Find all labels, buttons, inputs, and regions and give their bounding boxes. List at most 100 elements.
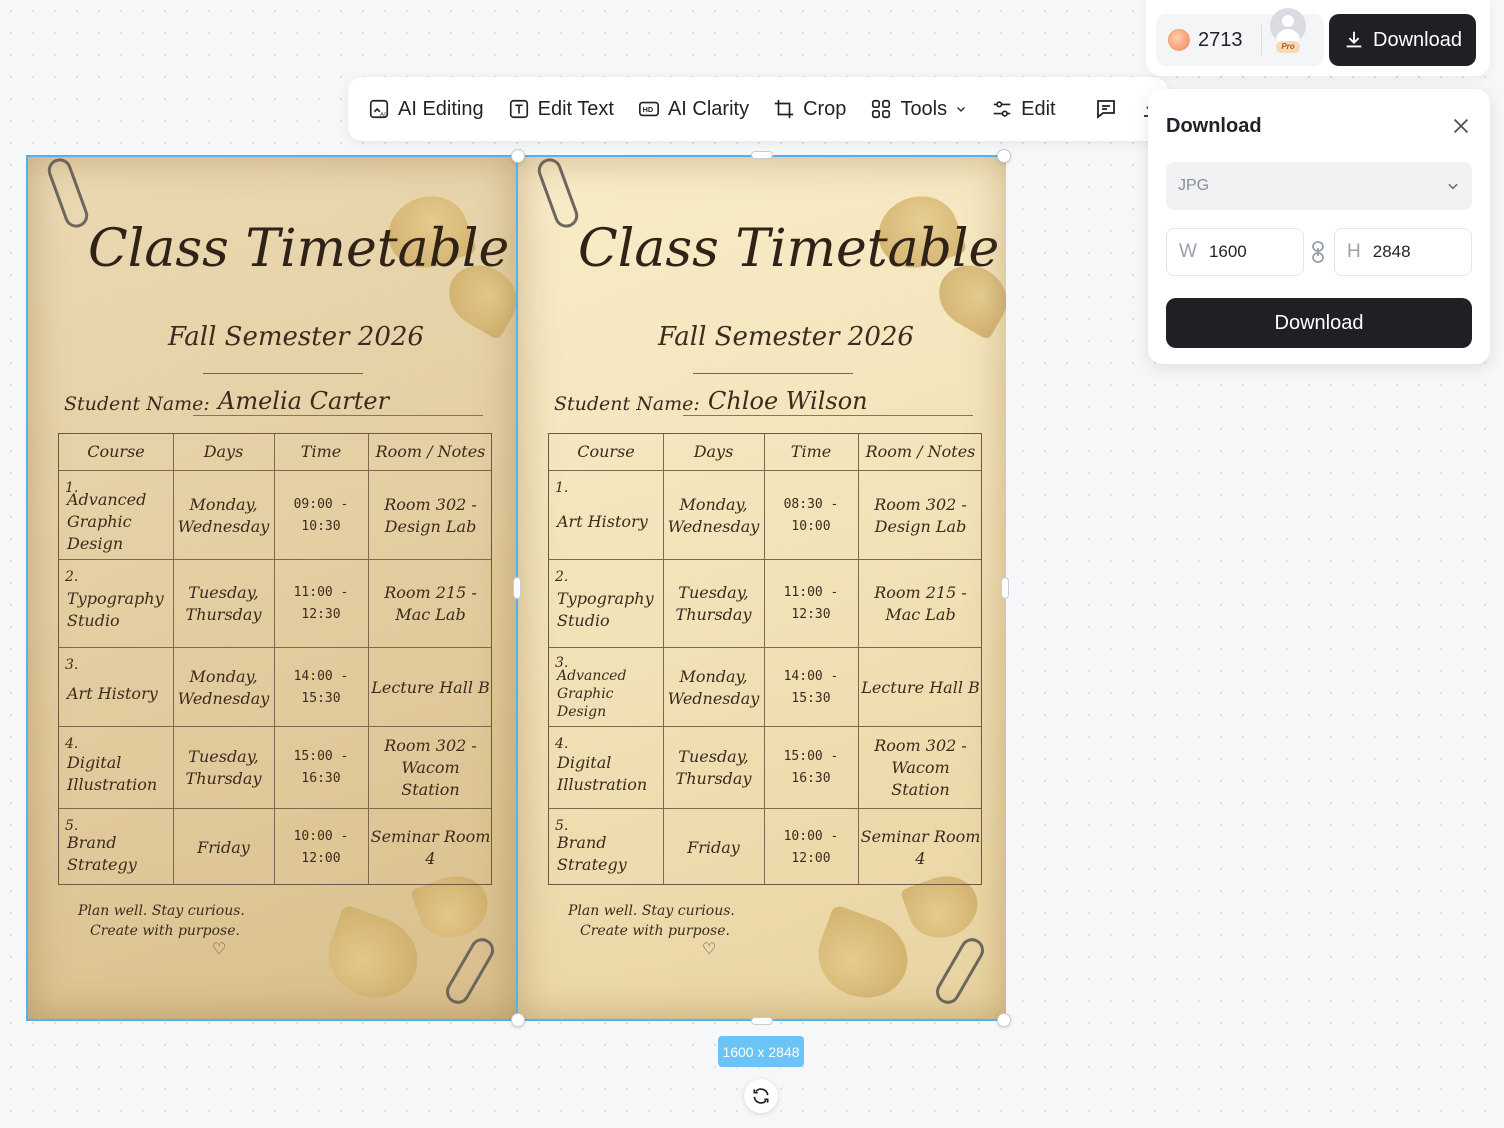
course-cell: Advanced Graphic Design: [557, 667, 627, 720]
row-number: 5.: [555, 818, 569, 834]
course-cell: Brand Strategy: [67, 833, 137, 874]
days-cell: Friday: [197, 838, 250, 857]
timetable-grid: Course Days Time Room / Notes 1. Art Hist…: [548, 433, 982, 885]
close-icon[interactable]: [1450, 115, 1472, 137]
resize-handle-bottom-left[interactable]: [511, 1013, 525, 1027]
header-course: Course: [87, 442, 145, 461]
edit-text-button[interactable]: Edit Text: [508, 98, 614, 121]
table-row: 5. Brand Strategy Friday 10:00 - 12:00 Se…: [549, 808, 981, 886]
room-cell: Lecture Hall B: [371, 677, 490, 697]
student-name: Amelia Carter: [218, 387, 390, 415]
height-input[interactable]: [1372, 242, 1453, 262]
resize-handle-left[interactable]: [513, 577, 521, 599]
row-number: 1.: [555, 480, 569, 496]
edit-text-icon: [509, 99, 528, 119]
course-cell: Digital Illustration: [557, 753, 648, 794]
top-download-button[interactable]: Download: [1329, 14, 1476, 66]
resize-handle-bottom[interactable]: [751, 1017, 773, 1025]
table-row: 3. Advanced Graphic Design Monday, Wednes…: [549, 647, 981, 726]
resize-handle-right[interactable]: [1001, 577, 1009, 599]
avatar[interactable]: [1270, 8, 1306, 44]
row-number: 4.: [555, 736, 569, 752]
header-days: Days: [693, 442, 734, 461]
days-cell: Monday, Wednesday: [177, 494, 270, 536]
format-value: JPG: [1178, 177, 1210, 194]
timetable-image-2[interactable]: Class Timetable Fall Semester 2026 Stude…: [518, 157, 1006, 1019]
row-number: 3.: [555, 655, 569, 671]
row-number: 2.: [65, 569, 79, 585]
chevron-down-icon: [957, 107, 966, 112]
tools-dropdown[interactable]: Tools: [870, 98, 967, 121]
resize-handle-top[interactable]: [751, 151, 773, 159]
comment-button[interactable]: [1094, 97, 1118, 121]
dimension-badge: 1600 x 2848: [718, 1036, 804, 1067]
table-row: 4. Digital Illustration Tuesday, Thursday…: [549, 726, 981, 808]
row-number: 3.: [65, 657, 79, 673]
ornament-divider: [203, 362, 363, 374]
crop-button[interactable]: Crop: [773, 98, 846, 121]
width-field[interactable]: W: [1166, 228, 1304, 276]
time-cell: 14:00 - 15:30: [293, 668, 349, 706]
footer-note: Plan well. Stay curious. Create with pur…: [78, 901, 245, 941]
header-time: Time: [790, 442, 832, 461]
time-cell: 09:00 - 10:30: [293, 496, 349, 534]
timetable-image-1[interactable]: Class Timetable Fall Semester 2026 Stude…: [28, 157, 516, 1019]
tools-label: Tools: [900, 97, 948, 120]
download-icon: [1346, 31, 1362, 48]
course-cell: Brand Strategy: [557, 833, 627, 874]
course-cell: Art History: [67, 683, 158, 703]
table-row: 1. Art History Monday, Wednesday 08:30 - …: [549, 470, 981, 559]
width-input[interactable]: [1208, 242, 1289, 262]
paperclip: [534, 157, 582, 231]
ai-editing-button[interactable]: AI AI Editing: [368, 98, 484, 121]
header-room: Room / Notes: [375, 442, 486, 461]
table-row: 2. Typography Studio Tuesday, Thursday 11…: [549, 559, 981, 647]
edit-label: Edit: [1021, 97, 1056, 120]
ornament-divider: [693, 362, 853, 374]
link-icon[interactable]: [1310, 240, 1326, 264]
header-course: Course: [577, 442, 635, 461]
student-label: Student Name:: [64, 393, 210, 415]
table-header-row: Course Days Time Room / Notes: [59, 434, 491, 470]
account-bar: 2713 Pro Download: [1146, 0, 1490, 76]
table-row: 5. Brand Strategy Friday 10:00 - 12:00 Se…: [59, 808, 491, 886]
ai-clarity-button[interactable]: HD AI Clarity: [638, 98, 749, 121]
pro-badge: Pro: [1276, 41, 1300, 53]
course-cell: Typography Studio: [557, 589, 654, 630]
days-cell: Monday, Wednesday: [177, 666, 270, 708]
time-cell: 11:00 - 12:30: [783, 585, 839, 622]
time-cell: 10:00 - 12:00: [783, 829, 839, 866]
time-cell: 08:30 - 10:00: [783, 496, 839, 534]
paperclip: [44, 157, 92, 231]
days-cell: Tuesday, Thursday: [675, 583, 752, 624]
paperclip: [931, 933, 989, 1009]
sheet-subtitle: Fall Semester 2026: [658, 322, 914, 352]
course-cell: Typography Studio: [67, 589, 164, 630]
resize-handle-bottom-right[interactable]: [997, 1013, 1011, 1027]
table-row: 3. Art History Monday, Wednesday 14:00 - …: [59, 647, 491, 726]
edit-button[interactable]: Edit: [991, 97, 1056, 121]
table-row: 1. Advanced Graphic Design Monday, Wednes…: [59, 470, 491, 559]
sheet-title: Class Timetable: [88, 219, 510, 279]
room-cell: Room 302 - Wacom Station: [874, 736, 967, 799]
footer-line-2: Create with purpose.: [90, 923, 240, 939]
top-download-label: Download: [1373, 28, 1462, 51]
rotate-button[interactable]: [744, 1079, 778, 1113]
room-cell: Room 302 - Wacom Station: [384, 736, 477, 799]
resize-handle-top-right[interactable]: [997, 149, 1011, 163]
ai-clarity-label: AI Clarity: [667, 97, 750, 120]
footer-line-2: Create with purpose.: [580, 923, 730, 939]
resize-handle-top-left[interactable]: [511, 149, 525, 163]
format-select[interactable]: JPG: [1166, 162, 1472, 210]
download-panel-title: Download: [1166, 115, 1262, 137]
download-button[interactable]: Download: [1166, 298, 1472, 348]
course-cell: Digital Illustration: [67, 753, 158, 794]
height-field[interactable]: H: [1334, 228, 1472, 276]
days-cell: Monday, Wednesday: [667, 666, 760, 708]
time-cell: 11:00 - 12:30: [293, 585, 349, 622]
ai-editing-label: AI Editing: [398, 97, 484, 120]
edit-text-label: Edit Text: [537, 97, 614, 120]
footer-note: Plan well. Stay curious. Create with pur…: [568, 901, 735, 941]
course-cell: Art History: [557, 511, 648, 531]
table-row: 4. Digital Illustration Tuesday, Thursday…: [59, 726, 491, 808]
